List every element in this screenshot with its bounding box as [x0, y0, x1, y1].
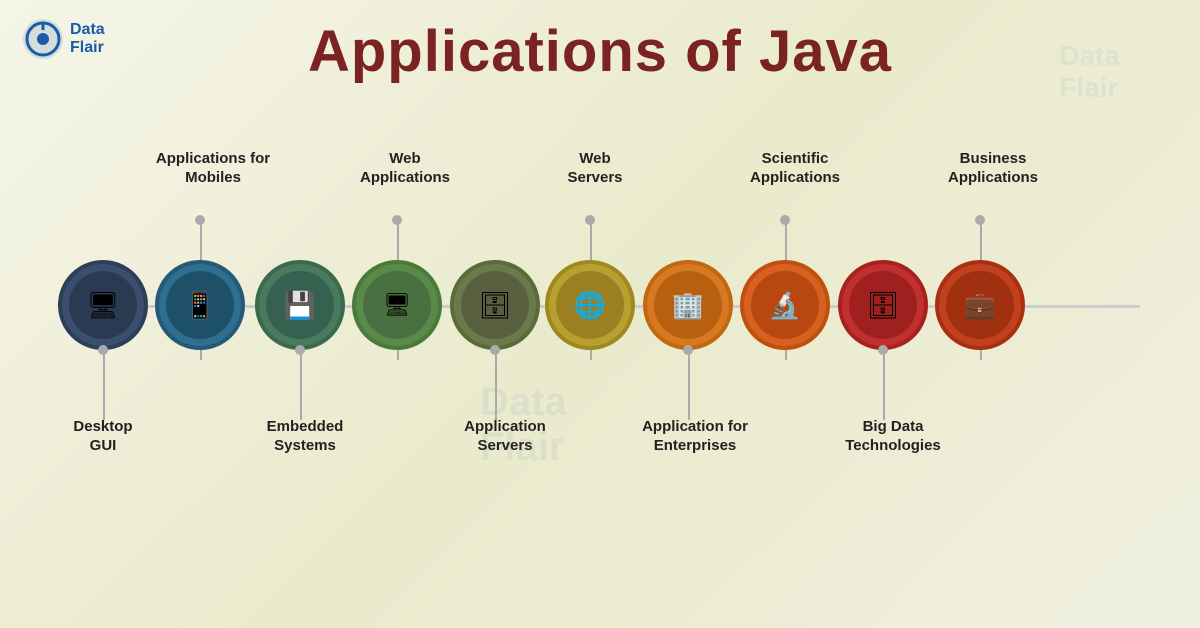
node-icon-8: 🗄 [849, 271, 917, 339]
logo-data: Data [70, 21, 105, 39]
node-apps-mobiles: 📱 [155, 260, 245, 350]
dot-7-top [780, 215, 790, 225]
node-big-data: 🗄 [838, 260, 928, 350]
node-circle-8: 🗄 [838, 260, 928, 350]
node-desktop-gui: 🖥 [58, 260, 148, 350]
logo-text: Data Flair [70, 21, 105, 56]
label-embedded: EmbeddedSystems [240, 418, 370, 456]
node-circle-6: 🏢 [643, 260, 733, 350]
node-web-apps: 🖥 [352, 260, 442, 350]
node-icon-2: 💾 [266, 271, 334, 339]
main-title: Applications of Java [0, 0, 1200, 85]
label-apps-mobiles: Applications forMobiles [148, 150, 278, 188]
vline-2-down [300, 350, 302, 420]
vline-6-down [688, 350, 690, 420]
label-scientific: ScientificApplications [730, 150, 860, 188]
node-icon-1: 📱 [166, 271, 234, 339]
node-scientific: 🔬 [740, 260, 830, 350]
logo-flair: Flair [70, 39, 105, 57]
node-icon-3: 🖥 [363, 271, 431, 339]
dot-2 [295, 345, 305, 355]
node-business-apps: 💼 [935, 260, 1025, 350]
dot-1-top [195, 215, 205, 225]
node-circle-2: 💾 [255, 260, 345, 350]
label-web-apps: WebApplications [340, 150, 470, 188]
vline-0-down [103, 350, 105, 420]
diagram-area: DataFlair 🖥 DesktopGUI Applications forM… [0, 120, 1200, 628]
node-icon-0: 🖥 [69, 271, 137, 339]
node-web-servers: 🌐 [545, 260, 635, 350]
dot-8 [878, 345, 888, 355]
node-app-servers: 🗄 [450, 260, 540, 350]
dot-4 [490, 345, 500, 355]
node-circle-4: 🗄 [450, 260, 540, 350]
dot-9-top [975, 215, 985, 225]
dot-6 [683, 345, 693, 355]
node-circle-5: 🌐 [545, 260, 635, 350]
logo-icon [22, 18, 64, 60]
dot-3-top [392, 215, 402, 225]
node-embedded: 💾 [255, 260, 345, 350]
node-circle-1: 📱 [155, 260, 245, 350]
node-icon-7: 🔬 [751, 271, 819, 339]
node-circle-0: 🖥 [58, 260, 148, 350]
label-big-data: Big DataTechnologies [828, 418, 958, 456]
label-web-servers: WebServers [540, 150, 650, 188]
node-icon-9: 💼 [946, 271, 1014, 339]
node-circle-7: 🔬 [740, 260, 830, 350]
label-business-apps: BusinessApplications [928, 150, 1058, 188]
label-desktop-gui: DesktopGUI [38, 418, 168, 456]
node-icon-4: 🗄 [461, 271, 529, 339]
dot-0 [98, 345, 108, 355]
vline-8-down [883, 350, 885, 420]
label-app-servers: ApplicationServers [440, 418, 570, 456]
dot-5-top [585, 215, 595, 225]
logo: Data Flair [22, 18, 105, 60]
label-enterprises: Application forEnterprises [620, 418, 770, 456]
node-icon-5: 🌐 [556, 271, 624, 339]
node-circle-3: 🖥 [352, 260, 442, 350]
node-circle-9: 💼 [935, 260, 1025, 350]
vline-4-down [495, 350, 497, 420]
node-enterprises: 🏢 [643, 260, 733, 350]
node-icon-6: 🏢 [654, 271, 722, 339]
